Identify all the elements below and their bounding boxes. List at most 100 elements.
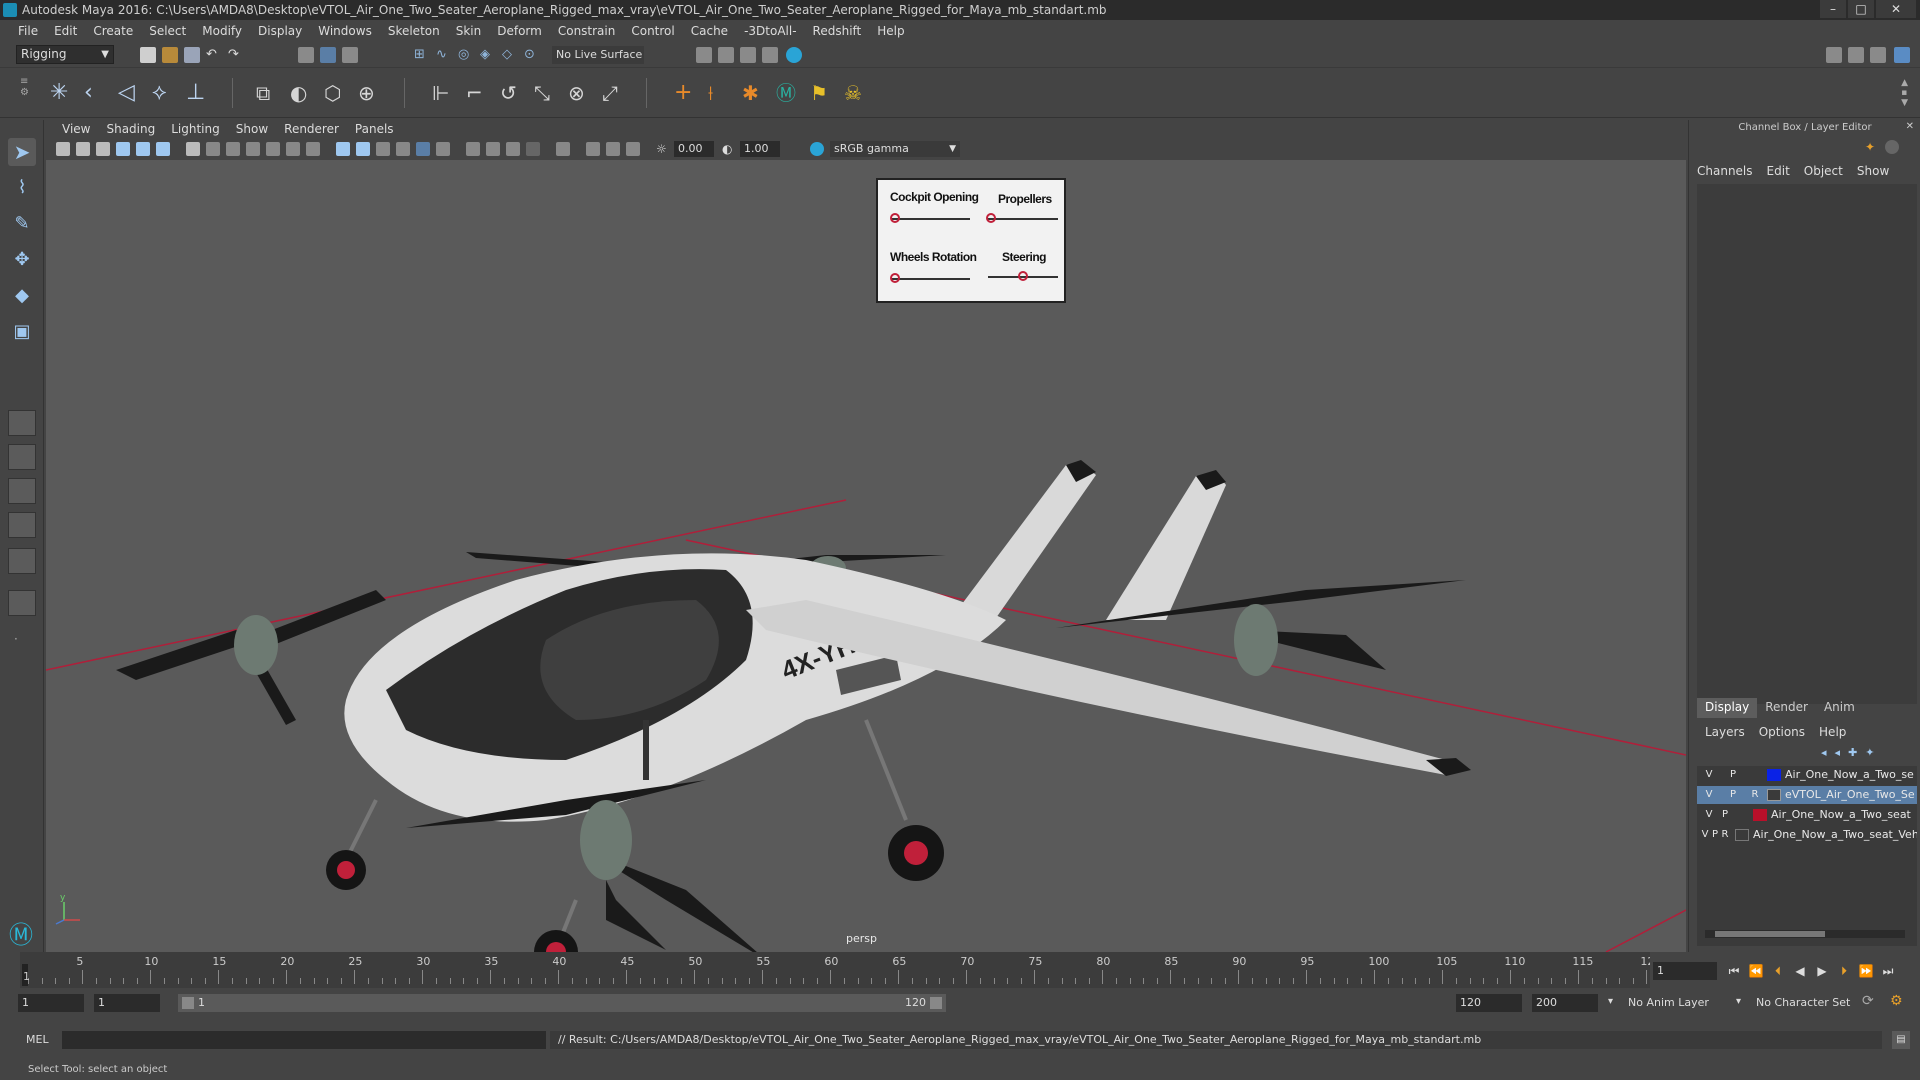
- aim-constraint-icon[interactable]: ⌐: [466, 80, 492, 106]
- layout-options-icon[interactable]: ·: [14, 632, 18, 646]
- menu-create[interactable]: Create: [85, 24, 141, 38]
- select-tool-icon[interactable]: ➤: [8, 138, 36, 166]
- skeleton-icon[interactable]: ☠: [844, 80, 870, 106]
- snap-curve-icon[interactable]: ∿: [436, 47, 452, 63]
- menu-cache[interactable]: Cache: [683, 24, 736, 38]
- step-forward-frame-icon[interactable]: ⏵: [1836, 963, 1852, 979]
- menu-modify[interactable]: Modify: [194, 24, 250, 38]
- single-view-layout-icon[interactable]: [8, 410, 36, 436]
- mirror-joint-icon[interactable]: ⟡: [152, 80, 178, 106]
- menu-set-select[interactable]: Rigging ▼: [16, 45, 114, 64]
- resolution-gate-icon[interactable]: [226, 142, 240, 156]
- wireframe-icon[interactable]: [336, 142, 350, 156]
- layer-playback-toggle[interactable]: P: [1717, 806, 1733, 824]
- redo-icon[interactable]: ↷: [228, 47, 244, 63]
- menu-help[interactable]: Help: [869, 24, 912, 38]
- smooth-shade-icon[interactable]: [356, 142, 370, 156]
- layer-visible-toggle[interactable]: V: [1701, 806, 1717, 824]
- layer-color-swatch[interactable]: [1767, 789, 1781, 801]
- select-by-component-icon[interactable]: [342, 47, 358, 63]
- step-back-frame-icon[interactable]: ⏴: [1770, 963, 1786, 979]
- channel-box-key-icon[interactable]: ✦: [1865, 140, 1879, 154]
- 3d-scene[interactable]: 4X-YHL y Cockpit Opening Propellers Whee…: [46, 160, 1686, 952]
- playback-end-field[interactable]: 120: [1456, 994, 1522, 1012]
- channel-list[interactable]: [1697, 184, 1917, 704]
- minimize-button[interactable]: –: [1820, 0, 1846, 18]
- new-layer-icon[interactable]: ✚: [1848, 746, 1857, 759]
- playback-start-field[interactable]: 1: [94, 994, 160, 1012]
- menu-redshift[interactable]: Redshift: [805, 24, 870, 38]
- snap-surface-icon[interactable]: ◇: [502, 47, 518, 63]
- menu-edit[interactable]: Edit: [46, 24, 85, 38]
- time-slider[interactable]: 5 10 15 20 25 30 35 40 45 50 55 60 65 70 75 80 85 90 95 100…: [20, 952, 1680, 988]
- shelf-options-icon[interactable]: ≡ ⚙: [20, 76, 34, 110]
- cb-menu-channels[interactable]: Channels: [1697, 164, 1753, 178]
- snap-grid-icon[interactable]: ⊞: [414, 47, 430, 63]
- go-to-start-icon[interactable]: ⏮: [1726, 963, 1742, 979]
- shadows-icon[interactable]: [436, 142, 450, 156]
- grease-pencil-icon[interactable]: [156, 142, 170, 156]
- tab-anim[interactable]: Anim: [1816, 698, 1863, 718]
- image-plane-icon[interactable]: [116, 142, 130, 156]
- layer-row[interactable]: V P Air_One_Now_a_Two_se: [1697, 766, 1917, 784]
- layer-list-scrollbar[interactable]: [1705, 930, 1905, 938]
- textured-icon[interactable]: [396, 142, 410, 156]
- persp-outliner-layout-icon[interactable]: [8, 548, 36, 574]
- camera-icon[interactable]: [56, 142, 70, 156]
- play-forward-icon[interactable]: ▶: [1814, 963, 1830, 979]
- layer-visible-toggle[interactable]: V: [1701, 766, 1717, 784]
- attribute-editor-icon[interactable]: [1848, 47, 1864, 63]
- layer-playback-toggle[interactable]: P: [1725, 786, 1741, 804]
- maximize-button[interactable]: □: [1848, 0, 1874, 18]
- go-to-end-icon[interactable]: ⏭: [1880, 963, 1896, 979]
- step-back-key-icon[interactable]: ⏪: [1748, 963, 1764, 979]
- chevron-down-icon[interactable]: ▾: [1736, 996, 1741, 1007]
- film-gate-icon[interactable]: [206, 142, 220, 156]
- persp-graph-layout-icon[interactable]: [8, 512, 36, 538]
- rotate-tool-icon[interactable]: ◆: [8, 282, 36, 310]
- menu-windows[interactable]: Windows: [310, 24, 380, 38]
- xray-joints-icon[interactable]: [606, 142, 620, 156]
- render-view-icon[interactable]: [762, 47, 778, 63]
- layer-playback-toggle[interactable]: P: [1725, 766, 1741, 784]
- ik-spline-icon[interactable]: ◁: [118, 80, 144, 106]
- joint-tool-icon[interactable]: ✳: [50, 80, 76, 106]
- depth-of-field-icon[interactable]: [526, 142, 540, 156]
- paint-select-icon[interactable]: ✎: [8, 210, 36, 238]
- panel-close-icon[interactable]: ✕: [1906, 121, 1914, 132]
- view-transform-select[interactable]: sRGB gamma ▼: [830, 141, 960, 157]
- bookmark-icon[interactable]: [96, 142, 110, 156]
- wheels-slider-knob[interactable]: [890, 273, 900, 283]
- cockpit-slider-knob[interactable]: [890, 213, 900, 223]
- safe-title-icon[interactable]: [306, 142, 320, 156]
- render-frame-icon[interactable]: [718, 47, 734, 63]
- command-input[interactable]: [62, 1031, 546, 1049]
- steering-slider-knob[interactable]: [1018, 271, 1028, 281]
- point-constraint-icon[interactable]: ⊩: [432, 80, 458, 106]
- paint-weights-icon[interactable]: ◐: [290, 80, 316, 106]
- script-language-label[interactable]: MEL: [26, 1033, 49, 1046]
- pole-vector-icon[interactable]: ⤢: [602, 80, 628, 106]
- orient-constraint-icon[interactable]: ↺: [500, 80, 526, 106]
- gamma-field[interactable]: 1.00: [740, 141, 780, 157]
- tool-settings-icon[interactable]: [1870, 47, 1886, 63]
- scene-end-field[interactable]: 200: [1532, 994, 1598, 1012]
- character-controls-icon[interactable]: ⚑: [810, 80, 836, 106]
- new-layer-selected-icon[interactable]: ✦: [1865, 746, 1874, 759]
- anim-layer-select[interactable]: No Anim Layer: [1628, 996, 1709, 1009]
- vp-menu-lighting[interactable]: Lighting: [163, 122, 228, 136]
- orient-joint-icon[interactable]: ⊥: [186, 80, 212, 106]
- menu-3dtoall[interactable]: -3DtoAll-: [736, 24, 804, 38]
- snap-live-icon[interactable]: ⊙: [524, 47, 540, 63]
- menu-select[interactable]: Select: [141, 24, 194, 38]
- menu-skeleton[interactable]: Skeleton: [380, 24, 448, 38]
- layer-menu-help[interactable]: Help: [1819, 725, 1846, 739]
- step-forward-key-icon[interactable]: ⏩: [1858, 963, 1874, 979]
- scrollbar-thumb[interactable]: [1715, 931, 1825, 937]
- select-by-hierarchy-icon[interactable]: [298, 47, 314, 63]
- anti-aliasing-icon[interactable]: [506, 142, 520, 156]
- grid-toggle-icon[interactable]: [186, 142, 200, 156]
- parent-constraint-icon[interactable]: ⊗: [568, 80, 594, 106]
- side-by-side-layout-icon[interactable]: [8, 478, 36, 504]
- auto-key-icon[interactable]: ⟳: [1862, 993, 1874, 1009]
